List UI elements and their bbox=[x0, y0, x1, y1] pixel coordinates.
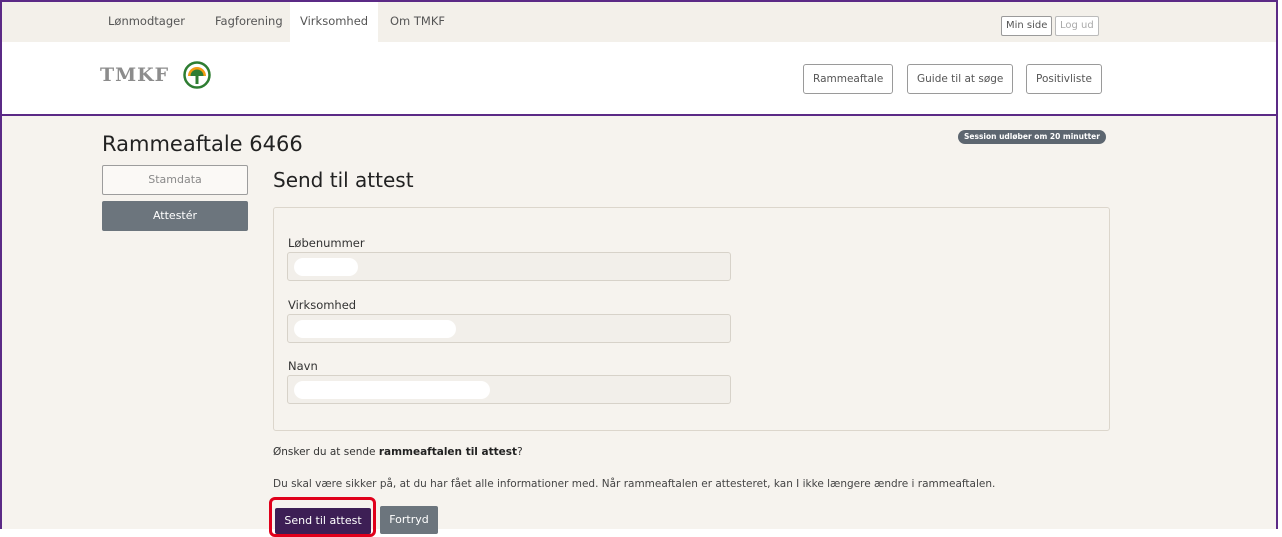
session-badge: Session udløber om 20 minutter bbox=[958, 130, 1106, 144]
nav-lonmodtager[interactable]: Lønmodtager bbox=[98, 2, 195, 42]
section-title: Send til attest bbox=[273, 168, 414, 192]
log-ud-button[interactable]: Log ud bbox=[1055, 16, 1099, 36]
lobenummer-field[interactable] bbox=[287, 252, 731, 281]
navn-field[interactable] bbox=[287, 375, 731, 404]
question-suffix: ? bbox=[517, 446, 523, 458]
sidebar-item-attester[interactable]: Attestér bbox=[102, 201, 248, 231]
info-text: Du skal være sikker på, at du har fået a… bbox=[273, 478, 996, 490]
tree-logo-icon[interactable] bbox=[183, 61, 211, 89]
lobenummer-label: Løbenummer bbox=[288, 236, 365, 250]
navn-value bbox=[294, 381, 490, 399]
sidebar-item-stamdata[interactable]: Stamdata bbox=[102, 165, 248, 195]
top-navigation: Lønmodtager Fagforening Virksomhed Om TM… bbox=[2, 2, 1276, 42]
send-til-attest-button[interactable]: Send til attest bbox=[275, 508, 371, 534]
virksomhed-value bbox=[294, 320, 456, 338]
app-frame: Lønmodtager Fagforening Virksomhed Om TM… bbox=[0, 0, 1278, 537]
nav-om-tmkf[interactable]: Om TMKF bbox=[380, 2, 455, 42]
min-side-button[interactable]: Min side bbox=[1001, 16, 1053, 36]
confirmation-question: Ønsker du at sende rammeaftalen til atte… bbox=[273, 446, 523, 458]
lobenummer-value bbox=[294, 258, 358, 276]
virksomhed-label: Virksomhed bbox=[288, 298, 357, 312]
question-bold: rammeaftalen til attest bbox=[378, 446, 518, 458]
navn-label: Navn bbox=[288, 359, 318, 373]
nav-fagforening[interactable]: Fagforening bbox=[205, 2, 293, 42]
virksomhed-field[interactable] bbox=[287, 314, 731, 343]
site-header: TMKF Rammeaftale Guide til at søge Posit… bbox=[2, 42, 1276, 116]
fortryd-button[interactable]: Fortryd bbox=[380, 506, 438, 534]
question-prefix: Ønsker du at sende bbox=[273, 446, 379, 458]
nav-virksomhed[interactable]: Virksomhed bbox=[290, 2, 379, 42]
logo-text[interactable]: TMKF bbox=[100, 64, 169, 86]
page-title: Rammeaftale 6466 bbox=[102, 132, 303, 156]
positivliste-button[interactable]: Positivliste bbox=[1026, 64, 1102, 94]
rammeaftale-button[interactable]: Rammeaftale bbox=[803, 64, 894, 94]
guide-til-at-soege-button[interactable]: Guide til at søge bbox=[907, 64, 1014, 94]
